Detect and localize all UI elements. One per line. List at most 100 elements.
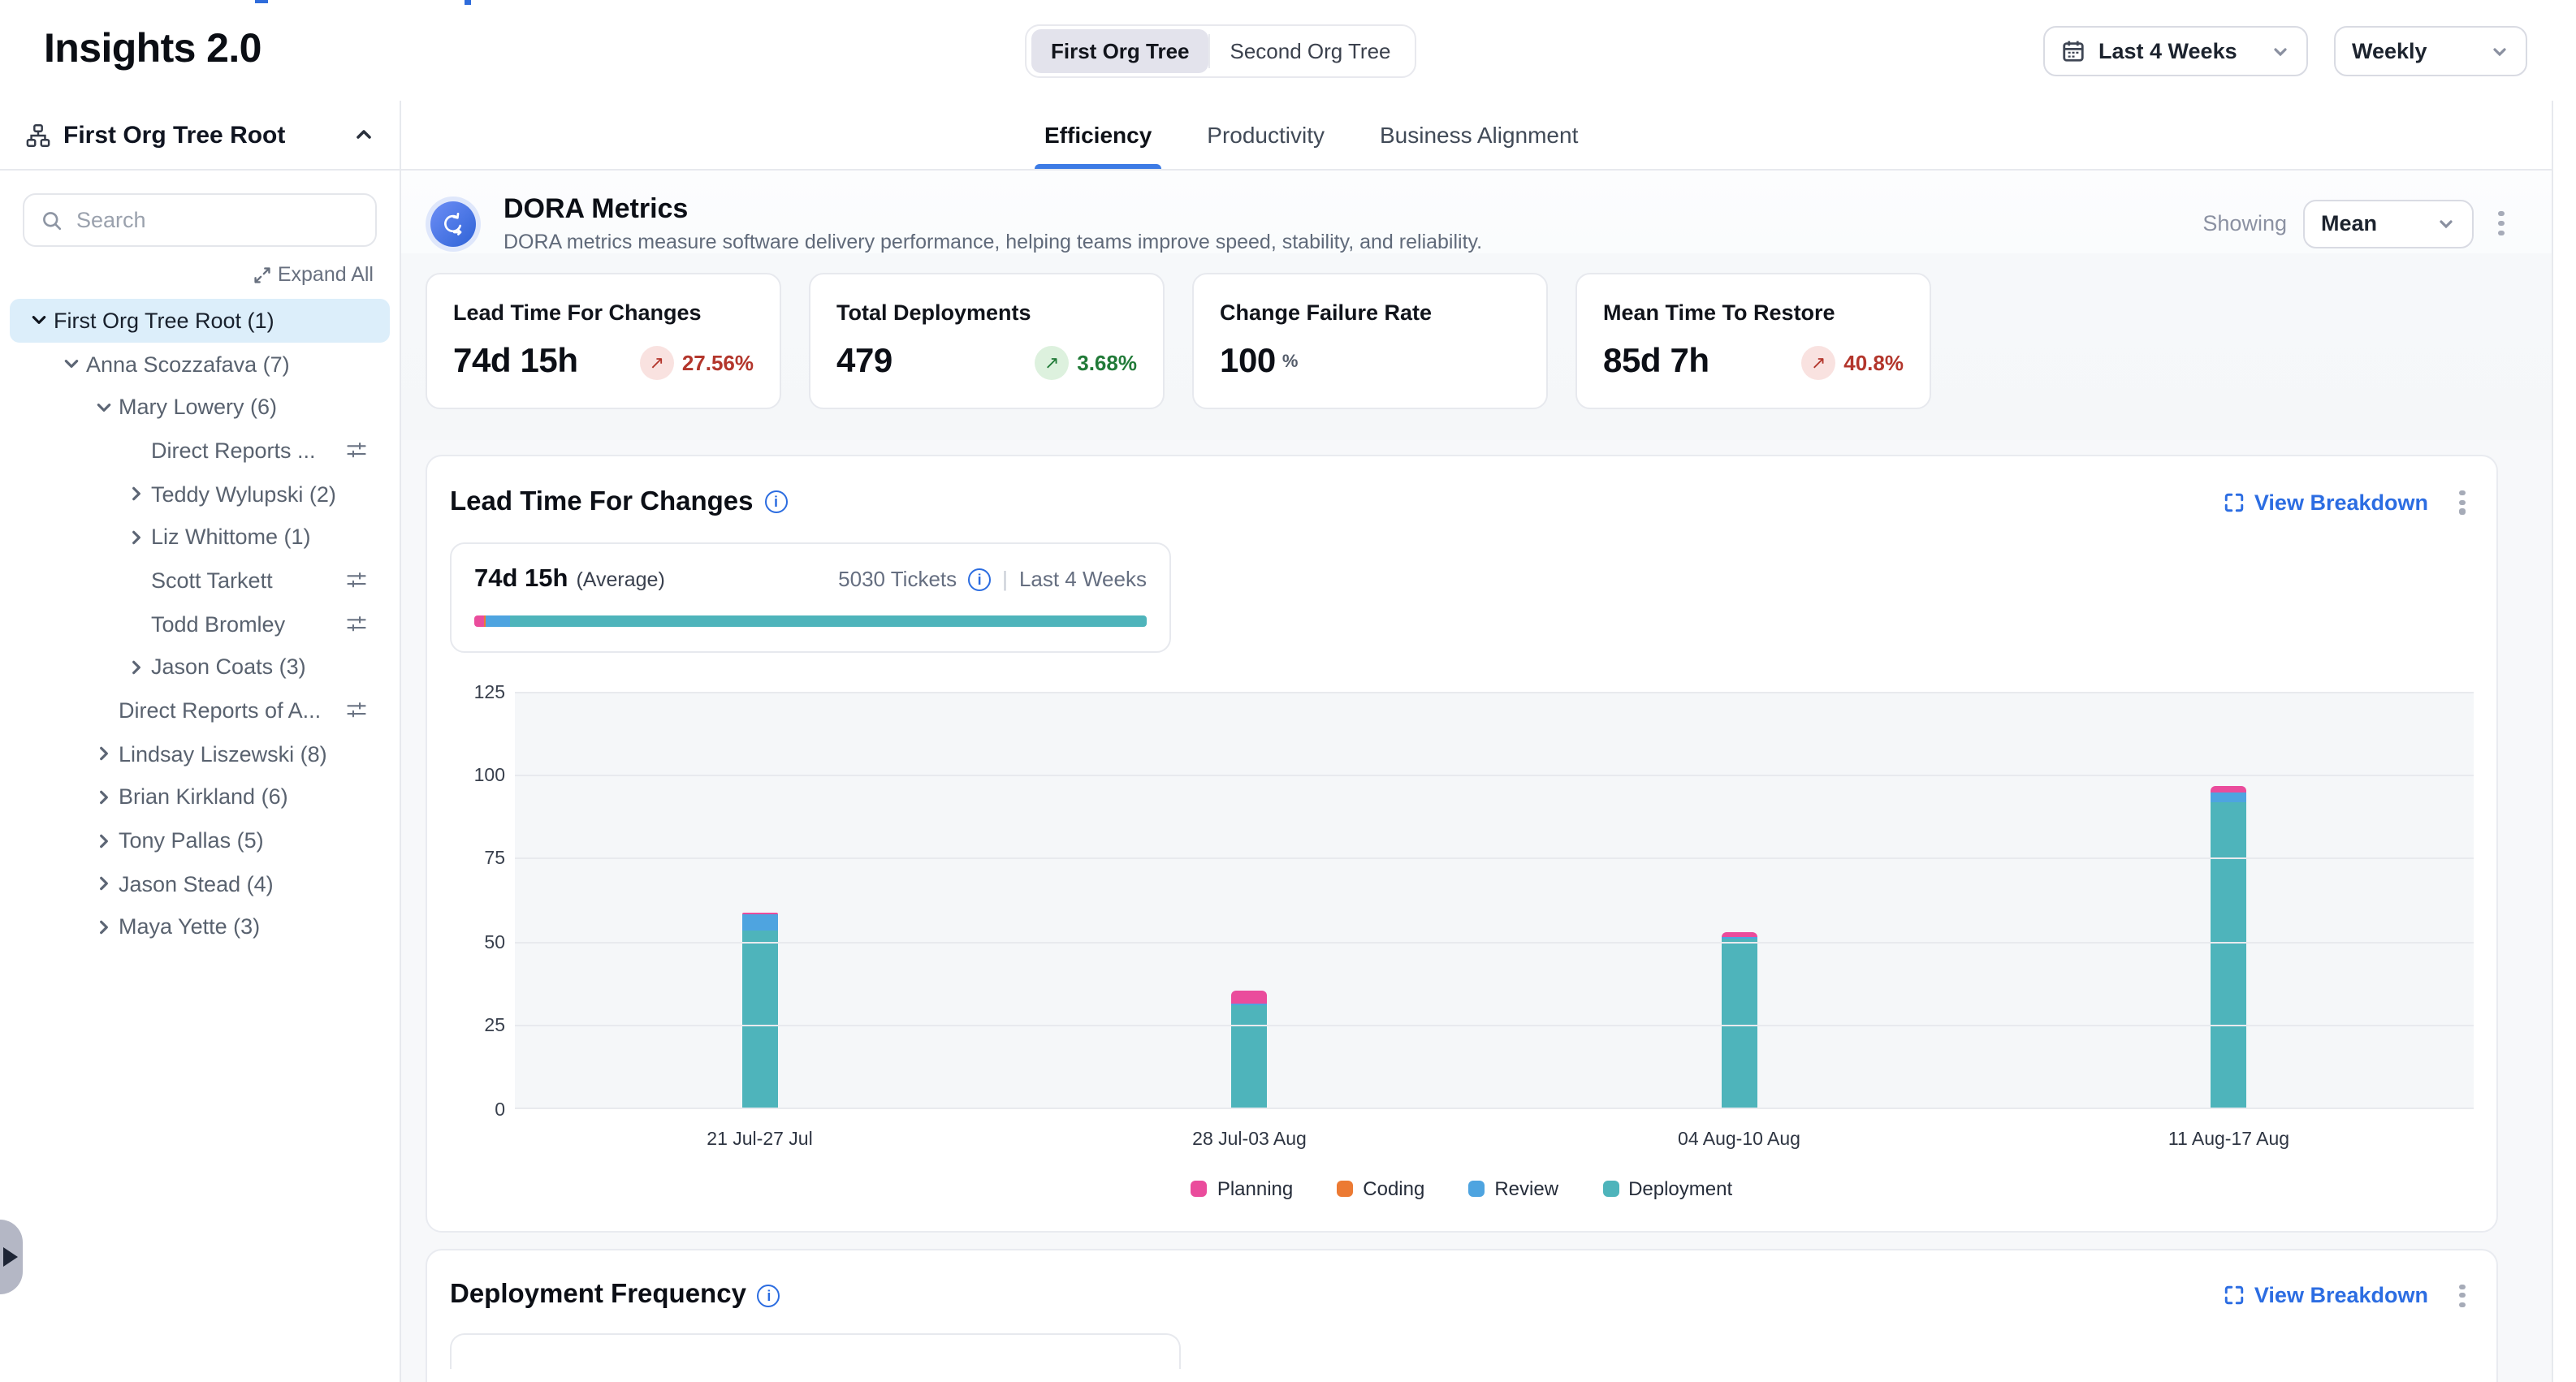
trend-up-arrow-icon: ↗ bbox=[1035, 345, 1069, 379]
section-more-menu[interactable] bbox=[2451, 1277, 2474, 1314]
tree-item-lindsay-liszewski-8[interactable]: Lindsay Liszewski (8) bbox=[10, 732, 390, 775]
stacked-bar-04-aug-10-aug[interactable] bbox=[1722, 932, 1757, 1108]
chart-column bbox=[1984, 691, 2474, 1108]
tree-item-first-org-tree-root-1[interactable]: First Org Tree Root (1) bbox=[10, 299, 390, 342]
chevron-right-icon[interactable] bbox=[120, 529, 151, 546]
metric-card-total-deployments: Total Deployments 479 ↗ 3.68% bbox=[809, 273, 1165, 409]
sidebar-title: First Org Tree Root bbox=[63, 121, 341, 149]
tab-business-alignment[interactable]: Business Alignment bbox=[1380, 101, 1578, 169]
tree-item-brian-kirkland-6[interactable]: Brian Kirkland (6) bbox=[10, 775, 390, 818]
section-title: Deployment Frequency bbox=[450, 1281, 746, 1311]
chevron-down-icon bbox=[2271, 41, 2290, 61]
showing-mode-select[interactable]: Mean bbox=[2303, 199, 2474, 248]
tree-item-tony-pallas-5[interactable]: Tony Pallas (5) bbox=[10, 819, 390, 862]
section-more-menu[interactable] bbox=[2451, 484, 2474, 520]
view-breakdown-label: View Breakdown bbox=[2254, 490, 2428, 515]
scrollbar-track[interactable] bbox=[2552, 101, 2576, 1382]
legend-item-deployment[interactable]: Deployment bbox=[1602, 1177, 1732, 1199]
lead-time-chart: 0255075100125 21 Jul-27 Jul28 Jul-03 Aug… bbox=[427, 652, 2496, 1230]
expand-all-button[interactable]: Expand All bbox=[0, 260, 400, 296]
legend-item-review[interactable]: Review bbox=[1468, 1177, 1558, 1199]
metric-value: 100 bbox=[1220, 343, 1276, 382]
stacked-bar-28-jul-03-aug[interactable] bbox=[1232, 991, 1268, 1108]
chevron-down-icon bbox=[2436, 214, 2456, 233]
tab-efficiency[interactable]: Efficiency bbox=[1044, 101, 1152, 169]
y-tick-label: 0 bbox=[495, 1100, 505, 1120]
chevron-right-icon[interactable] bbox=[88, 919, 119, 935]
tree-item-scott-tarkett[interactable]: Scott Tarkett bbox=[10, 559, 390, 602]
chart-column bbox=[1494, 691, 1984, 1108]
info-icon[interactable]: i bbox=[765, 491, 788, 514]
caret-right-icon bbox=[3, 1247, 18, 1267]
chart-legend: Planning Coding Review Deployment bbox=[450, 1177, 2474, 1230]
phase-segment-planning bbox=[474, 615, 484, 626]
legend-item-planning[interactable]: Planning bbox=[1191, 1177, 1293, 1199]
y-tick-label: 75 bbox=[484, 850, 505, 870]
tree-item-label: Brian Kirkland (6) bbox=[119, 785, 288, 810]
legend-swatch bbox=[1337, 1180, 1353, 1196]
view-breakdown-link[interactable]: View Breakdown bbox=[2224, 1284, 2428, 1308]
org-tab-second[interactable]: Second Org Tree bbox=[1211, 29, 1411, 73]
dora-metrics-band: DORA Metrics DORA metrics measure softwa… bbox=[401, 171, 2552, 440]
phase-distribution-bar bbox=[474, 615, 1147, 626]
gridline bbox=[515, 691, 2474, 693]
date-range-value: Last 4 Weeks bbox=[2098, 39, 2237, 63]
metric-title: Lead Time For Changes bbox=[453, 300, 754, 325]
tree-item-todd-bromley[interactable]: Todd Bromley bbox=[10, 602, 390, 646]
tree-item-maya-yette-3[interactable]: Maya Yette (3) bbox=[10, 905, 390, 948]
top-header: Insights 2.0 First Org Tree Second Org T… bbox=[0, 0, 2576, 101]
tab-productivity[interactable]: Productivity bbox=[1207, 101, 1325, 169]
chevron-down-icon[interactable] bbox=[23, 313, 54, 329]
chevron-right-icon[interactable] bbox=[120, 659, 151, 676]
chevron-right-icon[interactable] bbox=[88, 876, 119, 892]
chevron-right-icon[interactable] bbox=[120, 486, 151, 502]
lead-time-summary-card: 74d 15h (Average) 5030 Tickets i | Last … bbox=[450, 542, 1171, 652]
tree-item-mary-lowery-6[interactable]: Mary Lowery (6) bbox=[10, 386, 390, 429]
chevron-right-icon[interactable] bbox=[88, 745, 119, 762]
tree-item-teddy-wylupski-2[interactable]: Teddy Wylupski (2) bbox=[10, 473, 390, 516]
filter-sliders-icon[interactable] bbox=[346, 613, 367, 634]
tree-item-jason-coats-3[interactable]: Jason Coats (3) bbox=[10, 646, 390, 689]
tree-item-liz-whittome-1[interactable]: Liz Whittome (1) bbox=[10, 516, 390, 559]
clipped-link-artifact bbox=[465, 0, 471, 5]
lead-time-section: Lead Time For Changes i View Breakdown 7… bbox=[426, 455, 2498, 1232]
expand-all-label: Expand All bbox=[278, 263, 374, 286]
chevron-right-icon[interactable] bbox=[88, 832, 119, 849]
date-range-select[interactable]: Last 4 Weeks bbox=[2043, 26, 2308, 76]
collapse-sidebar-chevron-up-icon[interactable] bbox=[354, 125, 374, 145]
tree-item-jason-stead-4[interactable]: Jason Stead (4) bbox=[10, 862, 390, 905]
bar-segment-deployment bbox=[2211, 803, 2247, 1108]
chart-column bbox=[1005, 691, 1494, 1108]
filter-sliders-icon[interactable] bbox=[346, 440, 367, 461]
search-input[interactable] bbox=[76, 208, 359, 232]
granularity-value: Weekly bbox=[2352, 39, 2427, 63]
chevron-down-icon[interactable] bbox=[55, 356, 86, 372]
expand-arrows-icon bbox=[253, 266, 271, 283]
org-tab-first[interactable]: First Org Tree bbox=[1031, 29, 1209, 73]
panel-expand-handle[interactable] bbox=[0, 1220, 23, 1294]
deployment-summary-card-top bbox=[450, 1333, 1181, 1369]
filter-sliders-icon[interactable] bbox=[346, 570, 367, 591]
tree-item-direct-reports[interactable]: Direct Reports ... bbox=[10, 429, 390, 472]
legend-label: Review bbox=[1494, 1177, 1558, 1199]
tree-item-anna-scozzafava-7[interactable]: Anna Scozzafava (7) bbox=[10, 342, 390, 385]
section-title: Lead Time For Changes bbox=[450, 487, 754, 518]
chevron-right-icon[interactable] bbox=[88, 789, 119, 805]
legend-item-coding[interactable]: Coding bbox=[1337, 1177, 1424, 1199]
stacked-bar-11-aug-17-aug[interactable] bbox=[2211, 786, 2247, 1108]
granularity-select[interactable]: Weekly bbox=[2334, 26, 2527, 76]
dora-more-menu[interactable] bbox=[2490, 205, 2513, 241]
tree-item-label: Teddy Wylupski (2) bbox=[151, 482, 336, 506]
tree-item-label: First Org Tree Root (1) bbox=[54, 309, 274, 333]
gridline bbox=[515, 942, 2474, 944]
tree-item-label: Mary Lowery (6) bbox=[119, 395, 277, 419]
view-breakdown-link[interactable]: View Breakdown bbox=[2224, 490, 2428, 515]
info-icon[interactable]: i bbox=[968, 568, 991, 590]
filter-sliders-icon[interactable] bbox=[346, 700, 367, 721]
info-icon[interactable]: i bbox=[758, 1285, 780, 1307]
average-qualifier: (Average) bbox=[576, 568, 664, 590]
showing-mode-value: Mean bbox=[2321, 211, 2377, 235]
chevron-down-icon[interactable] bbox=[88, 399, 119, 415]
tree-item-direct-reports-of-a[interactable]: Direct Reports of A... bbox=[10, 689, 390, 732]
legend-swatch bbox=[1468, 1180, 1485, 1196]
